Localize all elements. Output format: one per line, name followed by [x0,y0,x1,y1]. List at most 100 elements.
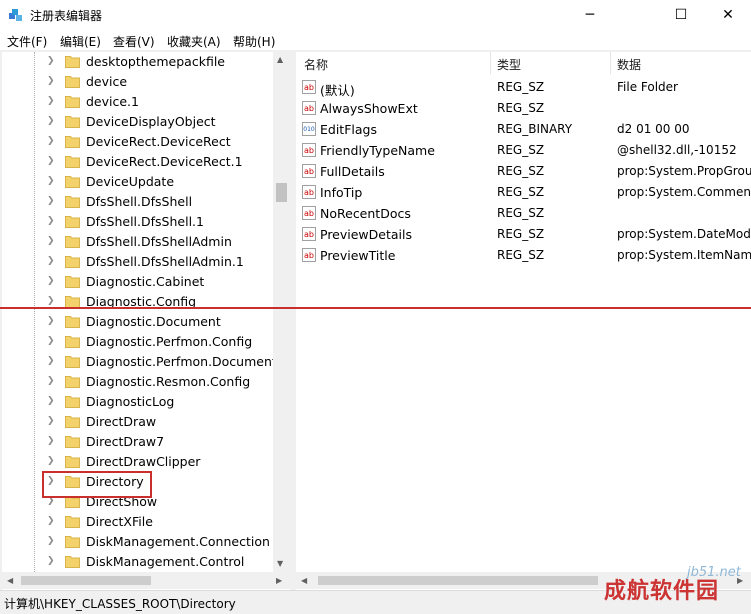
expand-arrow-icon[interactable]: ❯ [47,136,55,146]
tree-item[interactable]: ❯ DeviceRect.DeviceRect.1 [2,152,274,172]
expand-arrow-icon[interactable]: ❯ [47,356,55,366]
expand-arrow-icon[interactable]: ❯ [47,196,55,206]
expand-arrow-icon[interactable]: ❯ [47,416,55,426]
tree-item[interactable]: ❯ Diagnostic.Cabinet [2,272,274,292]
expand-arrow-icon[interactable]: ❯ [47,76,55,86]
maximize-button[interactable]: ☐ [658,0,704,30]
expand-arrow-icon[interactable]: ❯ [47,336,55,346]
tree-item[interactable]: ❯ DiskManagement.Control [2,552,274,572]
expand-arrow-icon[interactable]: ❯ [47,116,55,126]
tree-hscroll-thumb[interactable] [21,576,151,585]
tree-item[interactable]: ❯ DirectXFile [2,512,274,532]
expand-arrow-icon[interactable]: ❯ [47,316,55,326]
expand-arrow-icon[interactable]: ❯ [47,396,55,406]
tree-item[interactable]: ❯ Diagnostic.Config [2,292,274,312]
scroll-up-icon[interactable]: ▲ [277,55,283,64]
tree-item[interactable]: ❯ Diagnostic.Document [2,312,274,332]
value-type: REG_SZ [497,185,545,199]
tree-horizontal-scrollbar[interactable]: ◀ ▶ [2,572,290,589]
value-row[interactable]: ab FullDetails REG_SZ prop:System.PropGrou [296,161,751,182]
tree-item-label: desktopthemepackfile [86,54,225,69]
value-row[interactable]: ab AlwaysShowExt REG_SZ [296,98,751,119]
status-path: 计算机\HKEY_CLASSES_ROOT\Directory [4,597,236,611]
scroll-left-icon[interactable]: ◀ [301,576,307,585]
expand-arrow-icon[interactable]: ❯ [47,96,55,106]
folder-icon [65,396,80,408]
expand-arrow-icon[interactable]: ❯ [47,276,55,286]
expand-arrow-icon[interactable]: ❯ [47,176,55,186]
expand-arrow-icon[interactable]: ❯ [47,156,55,166]
value-type: REG_SZ [497,80,545,94]
window-title: 注册表编辑器 [30,9,103,23]
value-name: FriendlyTypeName [320,143,435,158]
tree-item-label: DirectXFile [86,514,153,529]
tree-item[interactable]: ❯ DfsShell.DfsShellAdmin.1 [2,252,274,272]
value-data: prop:System.PropGrou [617,164,751,178]
expand-arrow-icon[interactable]: ❯ [47,536,55,546]
expand-arrow-icon[interactable]: ❯ [47,516,55,526]
value-row[interactable]: ab PreviewDetails REG_SZ prop:System.DateMo… [296,224,751,245]
expand-arrow-icon[interactable]: ❯ [47,296,55,306]
tree-item[interactable]: ❯ DeviceUpdate [2,172,274,192]
expand-arrow-icon[interactable]: ❯ [47,236,55,246]
tree-item-label: DfsShell.DfsShell [86,194,193,209]
value-row[interactable]: ab FriendlyTypeName REG_SZ @shell32.dll,-10… [296,140,751,161]
tree-item-label: Diagnostic.Cabinet [86,274,205,289]
folder-icon [65,276,80,288]
tree-item[interactable]: ❯ DeviceDisplayObject [2,112,274,132]
menu-favorites[interactable]: 收藏夹(A) [167,33,221,50]
scroll-left-icon[interactable]: ◀ [7,576,13,585]
value-row[interactable]: ab (默认) REG_SZ File Folder [296,77,751,98]
tree-item[interactable]: ❯ DiagnosticLog [2,392,274,412]
tree-item[interactable]: ❯ Diagnostic.Perfmon.Config [2,332,274,352]
column-divider[interactable] [610,52,611,74]
expand-arrow-icon[interactable]: ❯ [47,216,55,226]
close-button[interactable]: ✕ [705,0,751,30]
value-name: PreviewDetails [320,227,412,242]
tree-item[interactable]: ❯ DfsShell.DfsShellAdmin [2,232,274,252]
tree-item[interactable]: ❯ DiskManagement.Connection [2,532,274,552]
tree-item-label: device [86,74,128,89]
menu-edit[interactable]: 编辑(E) [60,33,101,50]
column-data[interactable]: 数据 [617,56,641,73]
folder-icon [65,316,80,328]
tree-item[interactable]: ❯ Diagnostic.Perfmon.Document [2,352,277,372]
folder-icon [65,216,80,228]
expand-arrow-icon[interactable]: ❯ [47,556,55,566]
value-row[interactable]: ab PreviewTitle REG_SZ prop:System.ItemNam [296,245,751,266]
expand-arrow-icon[interactable]: ❯ [47,256,55,266]
tree-item[interactable]: ❯ DeviceRect.DeviceRect [2,132,274,152]
scroll-down-icon[interactable]: ▼ [277,559,283,568]
scroll-right-icon[interactable]: ▶ [276,576,282,585]
tree-item[interactable]: ❯ device.1 [2,92,274,112]
expand-arrow-icon[interactable]: ❯ [47,456,55,466]
expand-arrow-icon[interactable]: ❯ [47,56,55,66]
value-row[interactable]: 010 EditFlags REG_BINARY d2 01 00 00 [296,119,751,140]
tree-item[interactable]: ❯ desktopthemepackfile [2,52,274,72]
key-tree[interactable]: ❯ desktopthemepackfile ❯ device ❯ device.1 ❯ De… [2,52,290,590]
tree-item[interactable]: ❯ DfsShell.DfsShell.1 [2,212,274,232]
values-hscroll-thumb[interactable] [318,576,598,585]
values-list[interactable]: 名称 类型 数据 ab (默认) REG_SZ File Folder ab Always… [296,52,751,590]
column-divider[interactable] [490,52,491,74]
column-type[interactable]: 类型 [497,56,521,73]
value-row[interactable]: ab InfoTip REG_SZ prop:System.Comment [296,182,751,203]
tree-item[interactable]: ❯ device [2,72,274,92]
column-name[interactable]: 名称 [304,56,328,73]
tree-item[interactable]: ❯ DirectDraw [2,412,274,432]
tree-vertical-scrollbar[interactable]: ▲ ▼ [273,52,290,572]
value-name: PreviewTitle [320,248,396,263]
menu-file[interactable]: 文件(F) [7,33,47,50]
menu-help[interactable]: 帮助(H) [233,33,275,50]
menu-view[interactable]: 查看(V) [113,33,155,50]
tree-item[interactable]: ❯ DirectDraw7 [2,432,274,452]
tree-item[interactable]: ❯ Diagnostic.Resmon.Config [2,372,274,392]
tree-item[interactable]: ❯ DfsShell.DfsShell [2,192,274,212]
value-data: File Folder [617,80,678,94]
tree-item[interactable]: ❯ DirectDrawClipper [2,452,274,472]
tree-scroll-thumb[interactable] [276,183,287,202]
expand-arrow-icon[interactable]: ❯ [47,376,55,386]
expand-arrow-icon[interactable]: ❯ [47,436,55,446]
minimize-button[interactable]: ─ [567,0,613,30]
value-row[interactable]: ab NoRecentDocs REG_SZ [296,203,751,224]
